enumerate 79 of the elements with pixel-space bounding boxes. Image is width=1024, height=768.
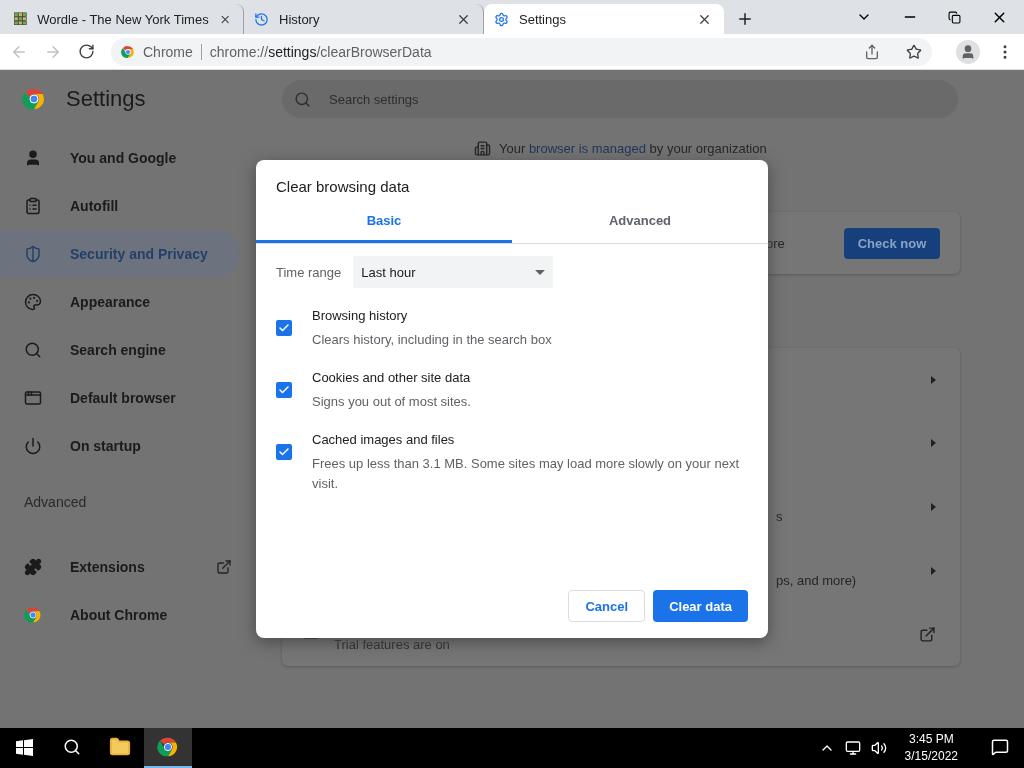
dialog-tab[interactable]: Basic [256, 200, 512, 243]
search-icon [63, 738, 81, 756]
folder-icon [109, 736, 131, 758]
time-range-select[interactable]: Last hour [353, 256, 554, 288]
sidebar-item[interactable]: Autofill [0, 182, 240, 230]
reload-icon[interactable] [78, 43, 95, 60]
restore-icon[interactable] [948, 10, 961, 24]
notifications-icon [991, 738, 1009, 756]
shield-icon [24, 245, 42, 263]
option-title: Cached images and files [312, 432, 456, 448]
triangle-right-icon [931, 375, 936, 384]
network-icon[interactable] [844, 740, 861, 756]
time-range-label: Time range [276, 264, 342, 280]
option-description: Frees up less than 3.1 MB. Some sites may load more slowly on your next visit. [312, 455, 741, 493]
sidebar-item[interactable]: About Chrome [0, 591, 240, 639]
history-icon [254, 11, 269, 27]
external-link-icon [216, 559, 232, 575]
chrome-logo-icon [157, 736, 179, 758]
row-text: s [776, 509, 783, 525]
dialog-title: Clear browsing data [275, 177, 411, 197]
chrome-logo-icon [24, 606, 42, 624]
sidebar-item[interactable]: Extensions [0, 543, 240, 591]
sidebar-item[interactable]: Security and Privacy [0, 230, 240, 278]
checkmark-icon [278, 322, 290, 334]
option-title: Browsing history [312, 308, 409, 324]
caret-icon [535, 269, 546, 275]
cancel-button[interactable]: Cancel [568, 590, 646, 622]
checkbox[interactable] [276, 444, 292, 460]
clock[interactable]: 3:45 PM 3/15/2022 [896, 731, 966, 765]
chrome-logo-icon [22, 87, 46, 111]
search-field[interactable]: Search settings [282, 80, 958, 118]
settings-icon [494, 11, 509, 27]
sidebar-item[interactable]: On startup [0, 422, 240, 470]
volume-icon[interactable] [870, 740, 887, 756]
triangle-right-icon [931, 566, 936, 575]
managed-notice: Your browser is managed by your organization [499, 140, 767, 156]
grid-icon [14, 11, 28, 27]
option-description: Signs you out of most sites. [312, 393, 472, 411]
share-icon[interactable] [864, 43, 880, 60]
address-bar[interactable]: Chrome chrome://settings/clearBrowserData [111, 37, 932, 66]
managed-link[interactable]: browser is managed [528, 140, 646, 156]
search-icon [24, 341, 42, 359]
profile-avatar[interactable] [956, 39, 980, 64]
puzzle-icon [24, 558, 42, 576]
sidebar-item[interactable]: Appearance [0, 278, 240, 326]
search-icon [294, 90, 311, 108]
checkmark-icon [278, 446, 290, 458]
clear-data-button[interactable]: Clear data [653, 590, 748, 622]
windows-logo-icon [15, 738, 33, 756]
checkbox[interactable] [276, 382, 292, 398]
settings-title: Settings [66, 86, 146, 112]
browser-window-icon [24, 389, 42, 407]
building-icon [474, 139, 491, 157]
site-chip: Chrome [143, 43, 202, 60]
sidebar-item[interactable]: You and Google [0, 134, 240, 182]
clipboard-icon [24, 197, 42, 215]
triangle-right-icon [931, 503, 936, 511]
sidebar-item[interactable]: Default browser [0, 374, 240, 422]
browser-tab[interactable]: Settings [484, 4, 724, 34]
new-tab-button[interactable] [736, 10, 754, 28]
advanced-section[interactable]: Advanced [0, 478, 240, 526]
checkmark-icon [278, 384, 290, 396]
dialog-tab[interactable]: Advanced [512, 200, 768, 243]
person-icon [24, 149, 42, 167]
option-title: Cookies and other site data [312, 370, 472, 386]
url-text: chrome://settings/clearBrowserData [209, 43, 433, 60]
power-icon [24, 437, 42, 455]
triangle-right-icon [931, 439, 936, 448]
row-text: ps, and more) [776, 573, 857, 589]
row-text: Trial features are on [334, 636, 450, 652]
chrome-logo-icon [121, 44, 135, 59]
sidebar-item[interactable]: Search engine [0, 326, 240, 374]
palette-icon [24, 293, 42, 311]
option-description: Clears history, including in the search box [312, 331, 553, 349]
chrome-app-button[interactable] [144, 728, 192, 768]
checkbox[interactable] [276, 320, 292, 336]
star-icon[interactable] [906, 43, 922, 60]
external-link-icon[interactable] [919, 625, 936, 643]
check-now-button[interactable]: Check now [844, 227, 940, 259]
